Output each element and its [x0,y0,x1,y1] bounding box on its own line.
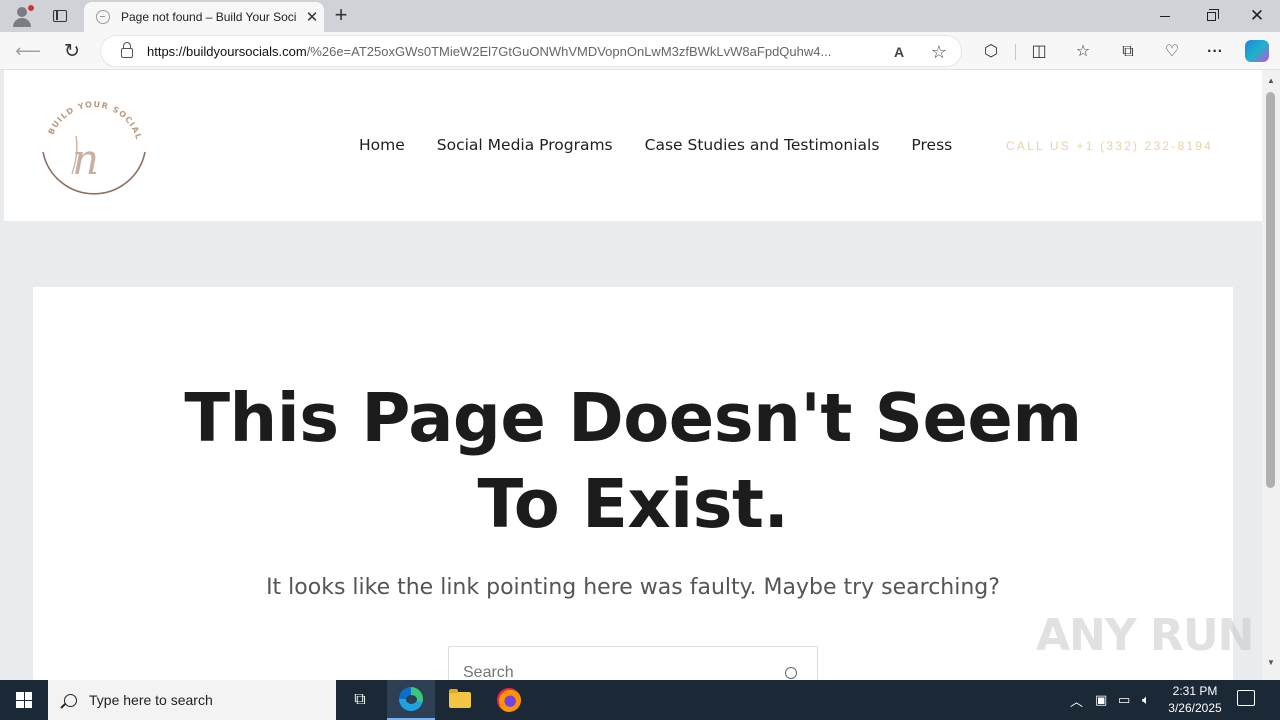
nav-social-media-programs[interactable]: Social Media Programs [437,136,613,154]
more-menu-icon[interactable]: ··· [1204,41,1226,63]
edge-taskbar-icon[interactable] [387,680,435,720]
minimize-button[interactable] [1142,0,1188,32]
profile-icon[interactable] [9,3,35,29]
search-icon[interactable] [785,667,797,679]
site-header: BUILD YOUR SOCIALS n Home Social Media P… [4,70,1262,221]
new-tab-button[interactable]: + [330,4,352,26]
clock-time: 2:31 PM [1172,684,1218,698]
search-icon [64,693,77,707]
call-us-link[interactable]: CALL US +1 (332) 232-8194 [1006,139,1213,153]
restore-button[interactable] [1188,0,1234,32]
task-view-icon[interactable]: ⧉ [336,680,384,720]
logo-text: BUILD YOUR SOCIALS [38,92,142,141]
device-icon[interactable]: ▣ [1095,680,1107,720]
toolbar-divider [1015,44,1016,60]
browser-toolbar: ⟵ ↻ https://buildyoursocials.com/%26e=AT… [0,32,1280,70]
windows-logo-icon [16,692,32,708]
extensions-icon[interactable]: ⬡ [980,41,1002,63]
page-scrollbar[interactable]: ▲ ▼ [1262,70,1280,680]
tab-actions-icon[interactable] [49,5,71,27]
scrollbar-thumb[interactable] [1266,92,1275,488]
system-clock[interactable]: 2:31 PM 3/26/2025 [1164,683,1226,717]
page-viewport: BUILD YOUR SOCIALS n Home Social Media P… [0,70,1262,680]
favorite-star-icon[interactable]: ☆ [929,43,949,61]
network-icon[interactable]: ▭ [1118,680,1130,720]
taskbar-search[interactable]: Type here to search [48,680,336,720]
browser-tabstrip: Page not found – Build Your Soci ✕ + ✕ [0,0,1280,32]
show-hidden-icons-icon[interactable]: ︿ [1070,680,1083,720]
svg-text:BUILD YOUR SOCIALS: BUILD YOUR SOCIALS [38,92,144,141]
lock-icon[interactable] [121,42,133,58]
nav-home[interactable]: Home [359,136,405,154]
site-logo[interactable]: BUILD YOUR SOCIALS n [38,92,150,204]
taskbar-search-placeholder: Type here to search [89,692,213,708]
split-screen-icon[interactable]: ◫ [1028,41,1050,63]
scroll-down-icon[interactable]: ▼ [1267,658,1275,667]
main-menu: Home Social Media Programs Case Studies … [359,136,984,154]
search-form [448,646,818,680]
nav-press[interactable]: Press [911,136,952,154]
browser-tab[interactable]: Page not found – Build Your Soci ✕ [84,2,324,32]
firefox-icon[interactable] [485,680,533,720]
volume-icon[interactable]: 🔈︎ [1142,680,1150,720]
page-title: This Page Doesn't Seem To Exist. [184,379,1082,543]
address-bar[interactable]: https://buildyoursocials.com/%26e=AT25ox… [100,35,962,67]
file-explorer-icon[interactable] [436,680,484,720]
clock-date: 3/26/2025 [1168,701,1222,715]
notifications-icon[interactable] [1237,690,1255,706]
globe-icon [96,10,110,24]
read-aloud-icon[interactable]: A [889,43,909,61]
back-arrow-icon[interactable]: ⟵ [15,39,41,63]
tab-title: Page not found – Build Your Soci [121,10,297,24]
close-tab-icon[interactable]: ✕ [303,8,321,26]
collections-icon[interactable]: ⧉ [1117,41,1139,63]
nav-case-studies[interactable]: Case Studies and Testimonials [645,136,880,154]
taskbar: Type here to search ⧉ ︿ ▣ ▭ 🔈︎ 2:31 PM 3… [0,680,1280,720]
browser-essentials-icon[interactable]: ♡ [1161,41,1183,63]
start-button[interactable] [0,680,48,720]
reload-icon[interactable]: ↻ [59,39,85,63]
search-input[interactable] [463,661,763,680]
url-text[interactable]: https://buildyoursocials.com/%26e=AT25ox… [147,44,873,59]
close-window-button[interactable]: ✕ [1234,0,1280,32]
scroll-up-icon[interactable]: ▲ [1267,76,1275,85]
page-subtitle: It looks like the link pointing here was… [266,575,1000,600]
notification-dot [28,5,34,11]
watermark: ANY RUN [1036,610,1254,661]
copilot-icon[interactable] [1245,40,1269,62]
favorites-icon[interactable]: ☆ [1072,41,1094,63]
